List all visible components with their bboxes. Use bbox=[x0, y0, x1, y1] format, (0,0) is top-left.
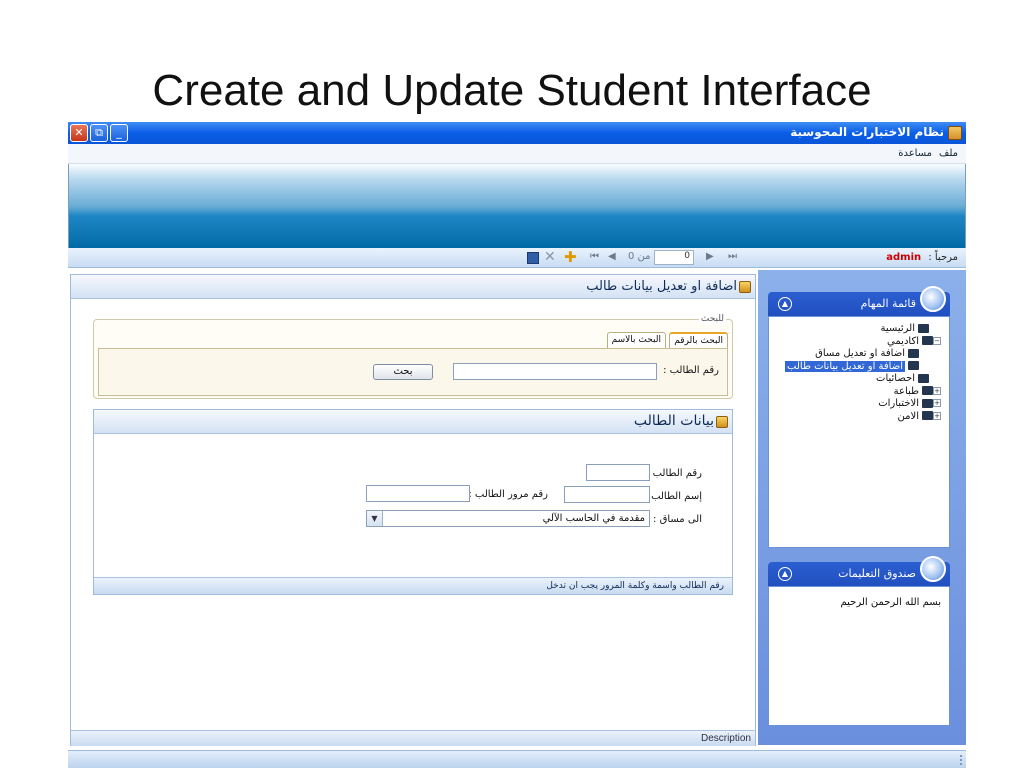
save-icon[interactable] bbox=[527, 252, 539, 264]
header-banner bbox=[68, 164, 966, 248]
instructions-text: بسم الله الرحمن الرحيم bbox=[840, 597, 941, 608]
chevron-down-icon[interactable]: ▼ bbox=[367, 511, 383, 526]
student-password-input[interactable] bbox=[366, 485, 470, 502]
menu-help[interactable]: مساعدة bbox=[898, 148, 932, 159]
delete-icon[interactable]: ✕ bbox=[544, 249, 556, 265]
book-icon bbox=[922, 386, 933, 395]
menu-bar: ملف مساعدة bbox=[68, 144, 966, 164]
expand-toggle-icon[interactable]: + bbox=[933, 399, 941, 407]
book-icon bbox=[918, 373, 929, 383]
nav-first-button[interactable]: ⏮ bbox=[590, 251, 599, 262]
student-data-title: بيانات الطالب bbox=[633, 413, 714, 429]
book-icon bbox=[922, 398, 933, 408]
collapse-toggle-icon[interactable]: − bbox=[933, 336, 941, 345]
toolbar: ✕ ✚ ⏮ ◀ من 0 0 ▶ ⏭ مرحباً : admin bbox=[68, 248, 966, 268]
title-bar: ✕ ⧉ _ نظام الاختبارات المحوسبة bbox=[68, 122, 966, 144]
nav-prev-button[interactable]: ◀ bbox=[608, 251, 616, 262]
instructions-title: صندوق التعليمات bbox=[838, 567, 916, 580]
window-title: نظام الاختبارات المحوسبة bbox=[790, 125, 944, 139]
tasks-title: قائمة المهام bbox=[860, 297, 916, 310]
add-icon[interactable]: ✚ bbox=[564, 248, 577, 266]
tree-item-academic[interactable]: −اكاديمي bbox=[785, 336, 943, 349]
student-panel-footer: رقم الطالب واسمة وكلمة المرور يجب ان تدخ… bbox=[94, 577, 732, 594]
status-bar bbox=[68, 750, 966, 768]
student-icon bbox=[716, 416, 728, 428]
book-icon bbox=[922, 411, 933, 420]
tree-item-home[interactable]: الرئيسية bbox=[785, 323, 929, 336]
main-content: اضافة او تعديل بيانات طالب للبحث البحث ب… bbox=[70, 274, 756, 746]
search-number-label: رقم الطالب : bbox=[663, 365, 719, 376]
student-password-label: رقم مرور الطالب : bbox=[468, 489, 548, 500]
nav-last-button[interactable]: ⏭ bbox=[728, 251, 737, 262]
maximize-button[interactable]: ⧉ bbox=[90, 124, 108, 142]
welcome-label: مرحباً : bbox=[928, 252, 958, 263]
record-position-input[interactable]: 0 bbox=[654, 250, 694, 265]
tree-item-add-student[interactable]: اضافة او تعديل بيانات طالب bbox=[785, 360, 919, 374]
search-group: للبحث البحث بالرقم البحث بالاسم رقم الطا… bbox=[93, 314, 733, 399]
search-tab-body: رقم الطالب : بحث bbox=[98, 348, 728, 396]
app-icon bbox=[948, 126, 962, 140]
username: admin bbox=[886, 252, 922, 263]
tree-item-add-course[interactable]: اضافة او تعديل مساق bbox=[785, 348, 919, 361]
book-icon bbox=[908, 361, 919, 370]
tree-item-exams[interactable]: +الاختبارات bbox=[785, 398, 943, 411]
menu-file[interactable]: ملف bbox=[939, 148, 958, 159]
tasks-body: الرئيسية −اكاديمي اضافة او تعديل مساق اض… bbox=[768, 316, 950, 548]
book-icon bbox=[918, 323, 929, 333]
collapse-icon[interactable]: ▲ bbox=[778, 567, 792, 581]
student-name-input[interactable] bbox=[564, 486, 650, 503]
required-fields-note: رقم الطالب واسمة وكلمة المرور يجب ان تدخ… bbox=[546, 581, 724, 591]
student-name-label: إسم الطالب : bbox=[644, 491, 702, 502]
collapse-icon[interactable]: ▲ bbox=[778, 297, 792, 311]
nav-next-button[interactable]: ▶ bbox=[706, 251, 714, 262]
resize-grip-icon[interactable] bbox=[954, 755, 962, 765]
expand-toggle-icon[interactable]: + bbox=[933, 386, 941, 395]
description-label: Description bbox=[700, 733, 751, 744]
search-number-input[interactable] bbox=[453, 363, 657, 380]
task-tree: الرئيسية −اكاديمي اضافة او تعديل مساق اض… bbox=[785, 323, 943, 423]
tasks-icon bbox=[920, 286, 946, 312]
slide-title: Create and Update Student Interface bbox=[152, 66, 872, 115]
student-id-input[interactable] bbox=[586, 464, 650, 481]
welcome-text: مرحباً : admin bbox=[886, 252, 958, 263]
side-panel: ▲ قائمة المهام الرئيسية −اكاديمي اضافة ا… bbox=[758, 270, 966, 745]
course-label: الى مساق : bbox=[653, 514, 702, 525]
search-button[interactable]: بحث bbox=[373, 364, 433, 380]
expand-toggle-icon[interactable]: + bbox=[933, 411, 941, 420]
tasks-header[interactable]: ▲ قائمة المهام bbox=[768, 286, 950, 316]
tree-item-statistics[interactable]: احصائيات bbox=[785, 373, 929, 386]
application-window: ✕ ⧉ _ نظام الاختبارات المحوسبة ملف مساعد… bbox=[68, 122, 966, 768]
page-title: اضافة او تعديل بيانات طالب bbox=[586, 279, 737, 294]
tree-item-security[interactable]: +الامن bbox=[785, 411, 943, 424]
course-select[interactable]: مقدمة في الحاسب الآلي ▼ bbox=[366, 510, 650, 527]
instructions-body: بسم الله الرحمن الرحيم bbox=[768, 586, 950, 726]
instructions-header[interactable]: ▲ صندوق التعليمات bbox=[768, 556, 950, 586]
student-id-label: رقم الطالب : bbox=[646, 468, 702, 479]
tree-item-printing[interactable]: +طباعة bbox=[785, 386, 943, 399]
search-legend: للبحث bbox=[698, 314, 726, 324]
description-bar: Description bbox=[71, 730, 755, 746]
record-of-label: من 0 bbox=[628, 251, 651, 262]
book-icon bbox=[908, 348, 919, 358]
tab-search-by-number[interactable]: البحث بالرقم bbox=[669, 332, 728, 348]
page-header: اضافة او تعديل بيانات طالب bbox=[71, 275, 755, 299]
instructions-icon bbox=[920, 556, 946, 582]
student-data-header: بيانات الطالب bbox=[94, 410, 732, 434]
student-data-panel: بيانات الطالب رقم الطالب : إسم الطالب : … bbox=[93, 409, 733, 595]
minimize-button[interactable]: _ bbox=[110, 124, 128, 142]
course-select-value: مقدمة في الحاسب الآلي bbox=[542, 513, 645, 524]
tab-search-by-name[interactable]: البحث بالاسم bbox=[606, 332, 666, 348]
edit-student-icon bbox=[739, 281, 751, 293]
close-button[interactable]: ✕ bbox=[70, 124, 88, 142]
book-icon bbox=[922, 336, 933, 345]
